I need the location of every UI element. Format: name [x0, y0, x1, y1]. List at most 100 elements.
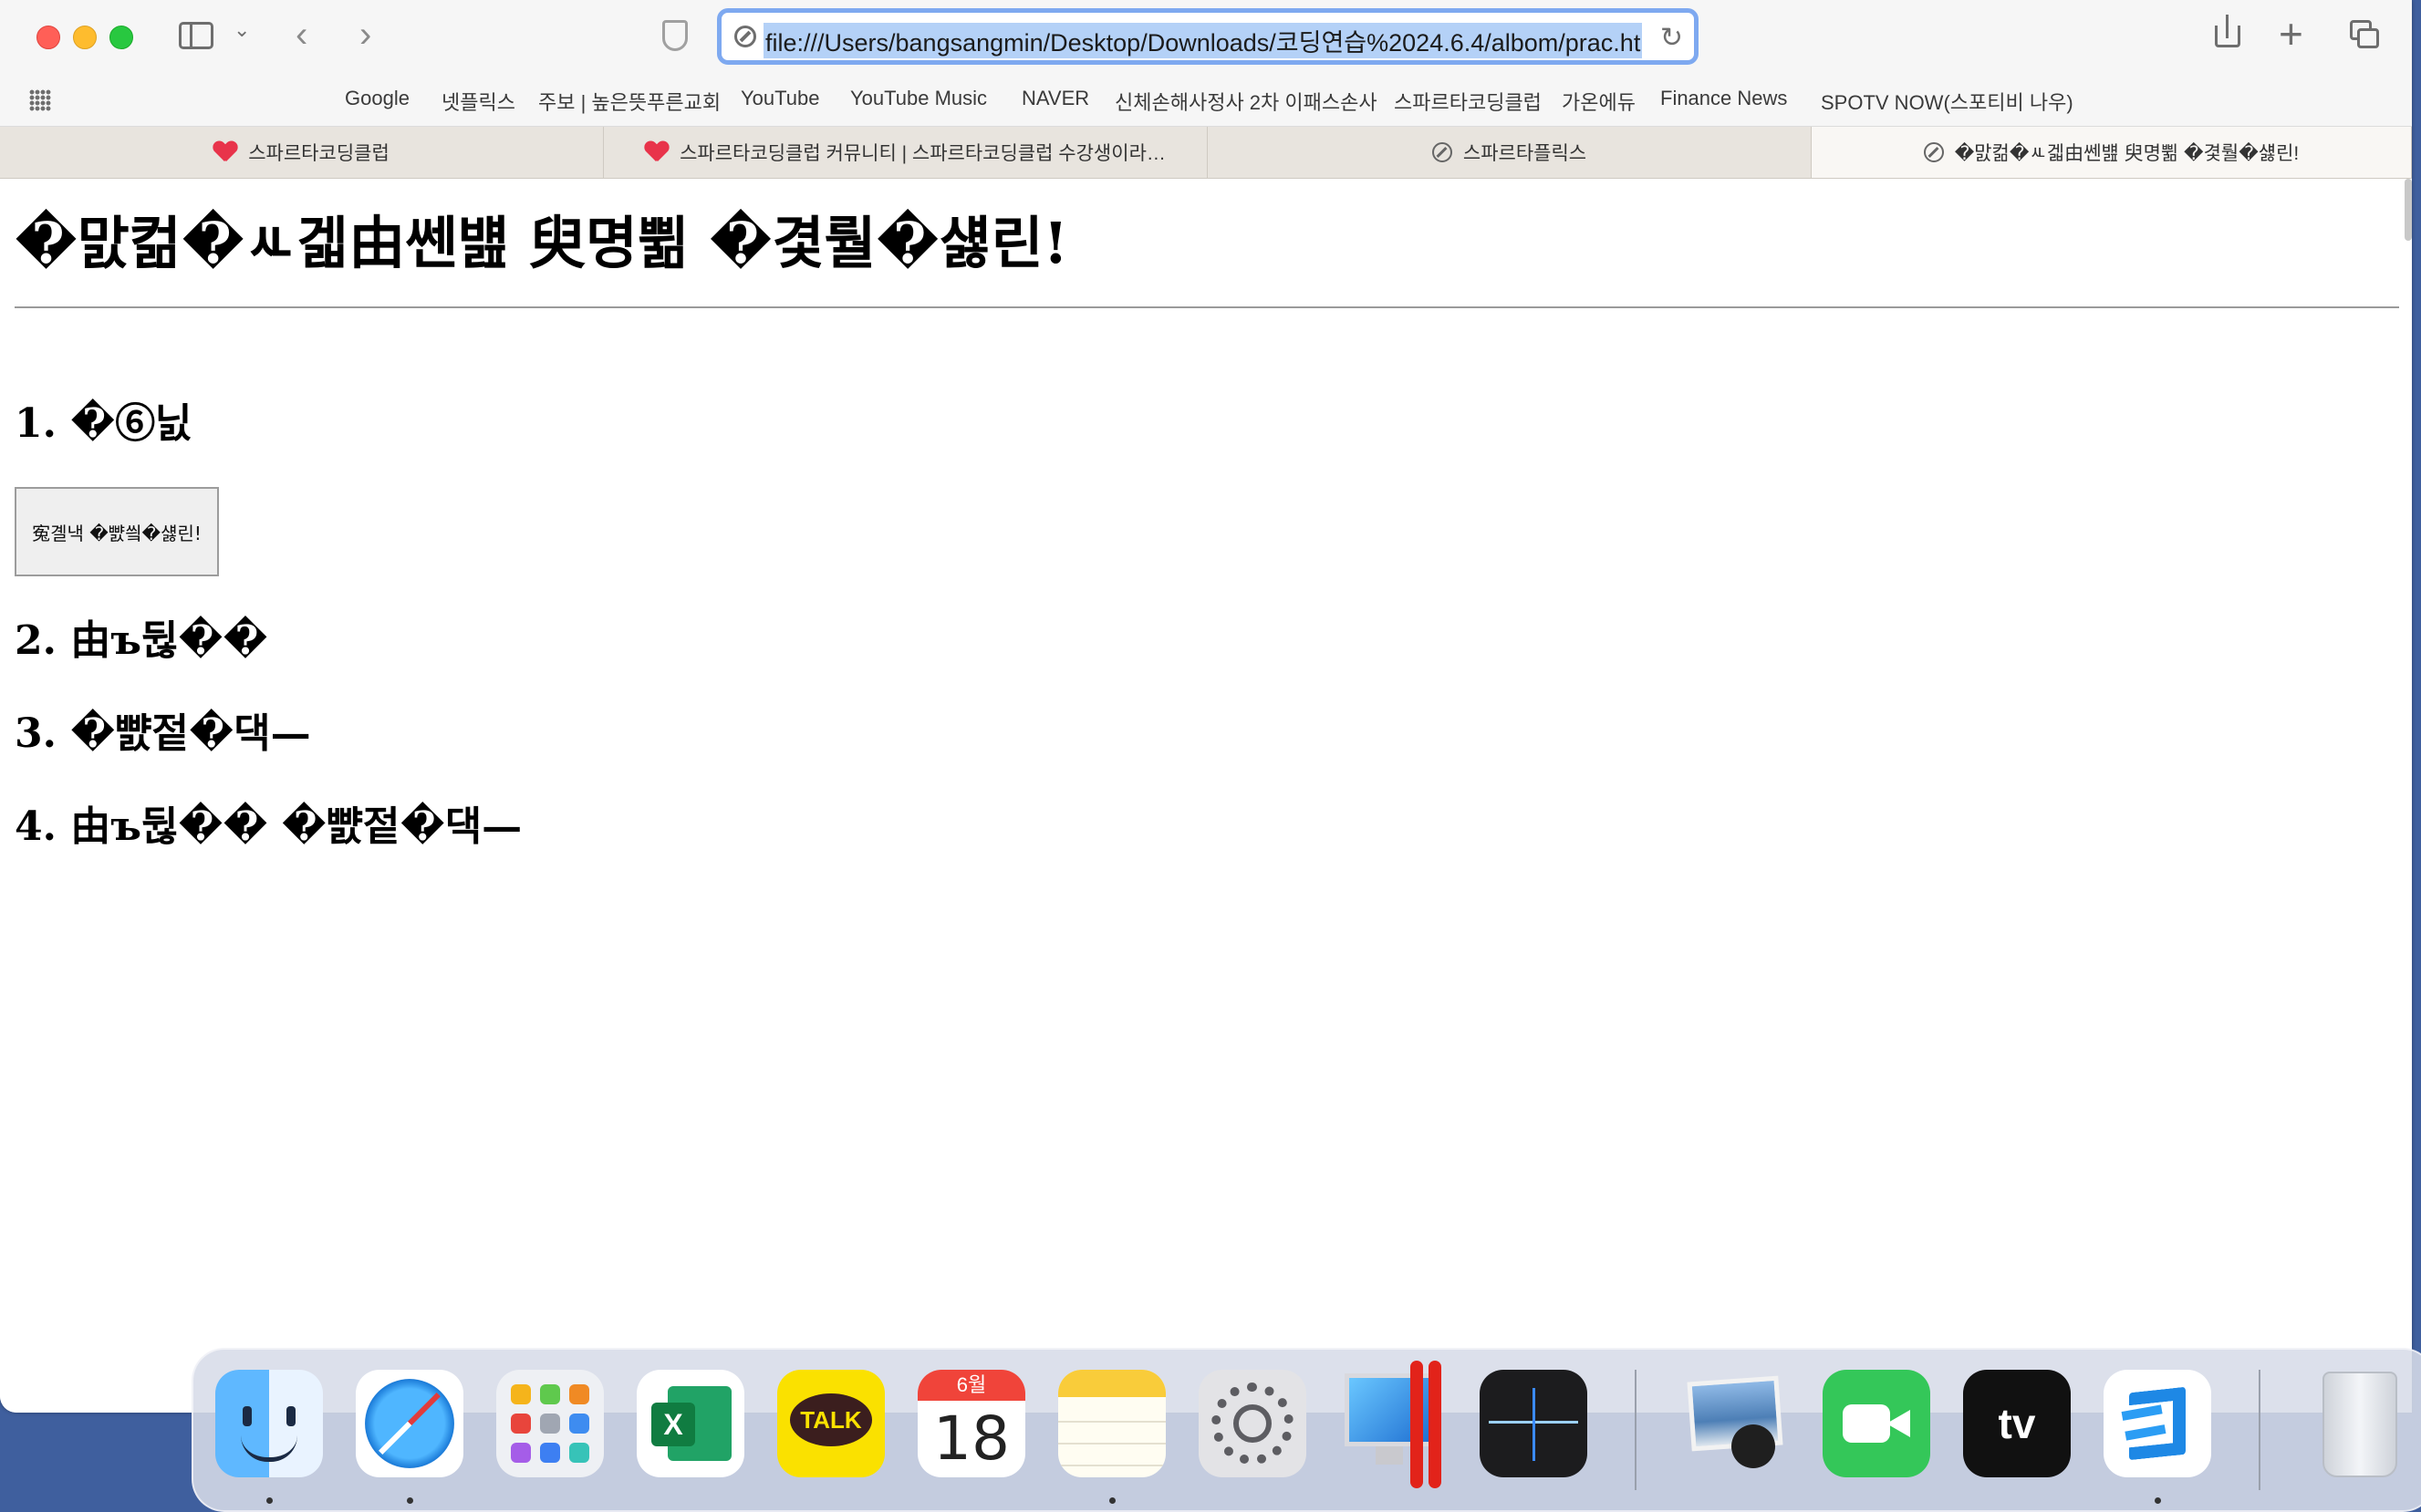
notes-line	[1058, 1421, 1166, 1423]
launchpad-tile	[511, 1443, 531, 1463]
minimize-window-button[interactable]	[73, 26, 97, 49]
trash-can	[2322, 1372, 2397, 1477]
page-title: �맔컮�ㅻ겗由쎈뱶 臾명쀪 �겿뤌�섏린!	[15, 210, 1068, 276]
bookmarks-bar: Google 넷플릭스 주보 | 높은뜻푸른교회 YouTube YouTube…	[0, 75, 2412, 127]
tab-title: �맔컮�ㅻ겗由쎈뱶 臾명쀪 �겿뤌�섏린!	[1954, 143, 2300, 164]
finder-smile	[241, 1435, 297, 1462]
parallels-stand	[1376, 1446, 1403, 1465]
excel-x: X	[651, 1403, 695, 1446]
calendar-month: 6월	[918, 1370, 1025, 1401]
forward-button[interactable]: ›	[359, 16, 371, 53]
bookmark-gaon[interactable]: 가온에듀	[1562, 87, 1636, 116]
launchpad-tile	[569, 1384, 589, 1404]
bookmark-sparta[interactable]: 스파르타코딩클럽	[1394, 87, 1542, 116]
toolbar: ⌄ ‹ › file:///Users/bangsangmin/Desktop/…	[0, 0, 2412, 75]
apple-tv-icon[interactable]: tv	[1963, 1370, 2071, 1477]
share-arrow	[2226, 15, 2229, 38]
notes-icon[interactable]	[1058, 1370, 1166, 1477]
tab-title: 스파르타플릭스	[1462, 143, 1587, 164]
running-indicator	[1109, 1497, 1116, 1504]
share-button[interactable]	[2215, 15, 2240, 47]
section-heading-2: 2. 由ъ뒪��	[15, 617, 268, 664]
new-tab-button[interactable]: +	[2279, 13, 2303, 55]
gear-hub	[1233, 1404, 1272, 1443]
tab-bar: 스파르타코딩클럽 스파르타코딩클럽 커뮤니티 | 스파르타코딩클럽 수강생이라……	[0, 127, 2412, 179]
bookmark-youtube[interactable]: YouTube	[741, 87, 819, 110]
apple-tv-label: tv	[1998, 1400, 2036, 1447]
url-text[interactable]: file:///Users/bangsangmin/Desktop/Downlo…	[764, 23, 1643, 58]
browser-window: ⌄ ‹ › file:///Users/bangsangmin/Desktop/…	[0, 0, 2412, 1413]
maximize-window-button[interactable]	[109, 26, 133, 49]
launchpad-tile	[511, 1384, 531, 1404]
tab-sparta-community[interactable]: 스파르타코딩클럽 커뮤니티 | 스파르타코딩클럽 수강생이라…	[604, 127, 1208, 178]
running-indicator	[2155, 1497, 2161, 1504]
stocks-icon[interactable]	[1480, 1370, 1587, 1477]
facetime-camera	[1843, 1404, 1890, 1443]
kakaotalk-icon[interactable]: TALK	[777, 1370, 885, 1477]
reload-icon[interactable]: ↻	[1660, 22, 1683, 54]
section-heading-3: 3. �뺤젙�댁—	[15, 710, 311, 757]
bookmark-epass[interactable]: 신체손해사정사 2차 이패스손사	[1115, 87, 1377, 116]
bookmark-spotv[interactable]: SPOTV NOW(스포티비 나우)	[1821, 87, 2073, 116]
bookmark-netflix[interactable]: 넷플릭스	[442, 87, 515, 116]
facetime-icon[interactable]	[1823, 1370, 1930, 1477]
excel-icon[interactable]: X	[637, 1370, 744, 1477]
finder-eye-left	[243, 1406, 252, 1426]
launchpad-tile	[540, 1384, 560, 1404]
notes-line	[1058, 1443, 1166, 1445]
dock-separator	[2259, 1370, 2260, 1490]
parallels-bar	[1429, 1361, 1441, 1488]
finder-eye-right	[286, 1406, 296, 1426]
preview-icon[interactable]	[1682, 1370, 1790, 1477]
privacy-shield-icon[interactable]	[662, 20, 688, 51]
running-indicator	[266, 1497, 273, 1504]
tab-prac-active[interactable]: �맔컮�ㅻ겗由쎈뱶 臾명쀪 �겿뤌�섏린!	[1812, 127, 2412, 178]
compass-icon	[1923, 142, 1944, 162]
calendar-day: 18	[933, 1403, 1010, 1474]
tab-overview-icon-back	[2357, 28, 2379, 48]
kakao-bubble: TALK	[790, 1393, 872, 1446]
close-window-button[interactable]	[36, 26, 60, 49]
parallels-bar	[1410, 1361, 1423, 1488]
system-settings-icon[interactable]	[1199, 1370, 1306, 1477]
running-indicator	[407, 1497, 413, 1504]
tab-spartaflix[interactable]: 스파르타플릭스	[1208, 127, 1812, 178]
compass-icon	[734, 26, 756, 47]
bookmark-naver[interactable]: NAVER	[1022, 87, 1089, 110]
check-result-button[interactable]: 寃곌낵 �뺤씤�섏린!	[15, 487, 219, 576]
bookmark-jubo[interactable]: 주보 | 높은뜻푸른교회	[538, 87, 721, 116]
divider	[15, 306, 2399, 308]
sparta-heart-icon	[213, 141, 237, 163]
bookmark-youtube-music[interactable]: YouTube Music	[850, 87, 987, 110]
vscode-icon[interactable]	[2104, 1370, 2211, 1477]
launchpad-tile	[540, 1414, 560, 1434]
preview-loupe	[1731, 1424, 1775, 1468]
finder-icon[interactable]	[215, 1370, 323, 1477]
trash-icon[interactable]	[2306, 1370, 2414, 1477]
launchpad-icon[interactable]	[496, 1370, 604, 1477]
launchpad-tile	[569, 1414, 589, 1434]
section-heading-1: 1. �⑥닔	[15, 400, 192, 447]
apps-grid-icon[interactable]	[29, 89, 51, 111]
section-heading-4: 4. 由ъ뒪�� �뺤젙�댁—	[15, 803, 523, 850]
tab-sparta[interactable]: 스파르타코딩클럽	[0, 127, 604, 178]
address-bar[interactable]: file:///Users/bangsangmin/Desktop/Downlo…	[717, 8, 1699, 65]
sparta-heart-icon	[645, 141, 669, 163]
notes-band	[1058, 1370, 1166, 1397]
tab-overview-button[interactable]	[2350, 20, 2381, 49]
bookmark-finance-news[interactable]: Finance News	[1660, 87, 1787, 110]
parallels-icon[interactable]	[1339, 1361, 1447, 1488]
safari-icon[interactable]	[356, 1370, 463, 1477]
page-content: �맔컮�ㅻ겗由쎈뱶 臾명쀪 �겿뤌�섏린! 1. �⑥닔 寃곌낵 �뺤씤�섏린!…	[0, 179, 2412, 1413]
facetime-lens	[1886, 1410, 1910, 1437]
calendar-icon[interactable]: 6월 18	[918, 1370, 1025, 1477]
bookmark-google[interactable]: Google	[345, 87, 410, 110]
launchpad-tile	[540, 1443, 560, 1463]
notes-line	[1058, 1465, 1166, 1466]
scrollbar[interactable]	[2405, 179, 2412, 241]
compass-icon	[1431, 142, 1452, 162]
dock: X TALK 6월 18 tv	[192, 1348, 2421, 1512]
chevron-down-icon[interactable]: ⌄	[234, 20, 250, 40]
sidebar-toggle-icon[interactable]	[179, 22, 213, 49]
back-button[interactable]: ‹	[296, 16, 307, 53]
